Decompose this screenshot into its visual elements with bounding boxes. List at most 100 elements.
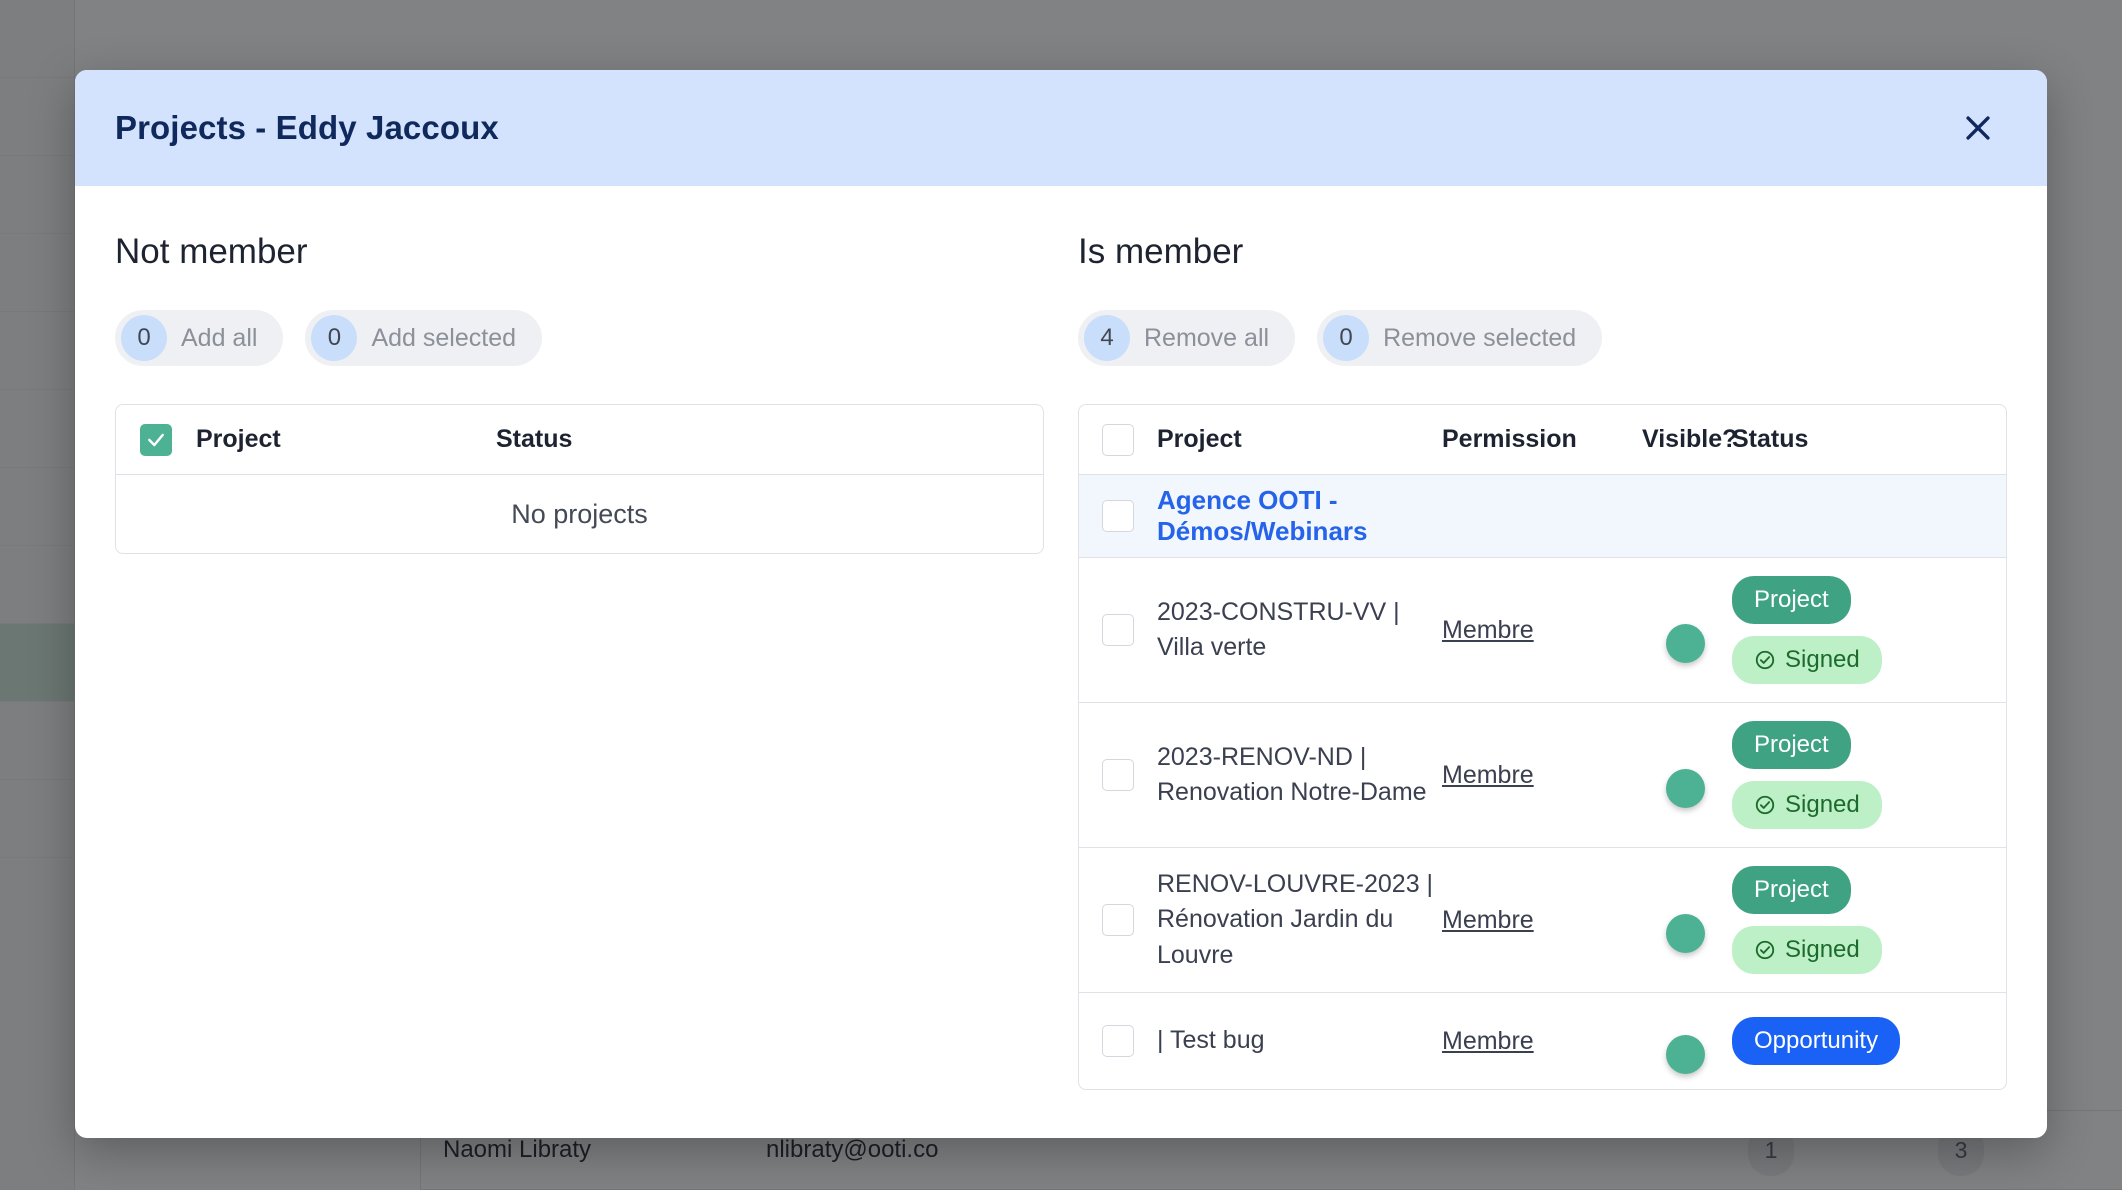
status-badge-project: Project: [1732, 866, 1851, 914]
status-cell: Project Signed: [1732, 866, 2006, 974]
check-circle-icon: [1754, 794, 1776, 816]
permission-cell: Membre: [1442, 616, 1642, 645]
status-cell: Opportunity: [1732, 1017, 2006, 1065]
not-member-table: Project Status No projects: [115, 404, 1044, 554]
column-header-visible: Visible?: [1642, 425, 1738, 453]
remove-all-button[interactable]: 4 Remove all: [1078, 310, 1296, 366]
status-badge-label: Opportunity: [1754, 1027, 1879, 1054]
permission-link[interactable]: Membre: [1442, 761, 1534, 789]
is-member-table: Project Permission Visible? Status Agenc…: [1078, 404, 2007, 1090]
remove-selected-label: Remove selected: [1383, 323, 1577, 352]
project-cell: RENOV-LOUVRE-2023 | Rénovation Jardin du…: [1157, 867, 1442, 974]
status-badge-label: Project: [1754, 586, 1829, 613]
status-badge-project: Project: [1732, 721, 1851, 769]
remove-selected-button[interactable]: 0 Remove selected: [1317, 310, 1603, 366]
add-selected-count: 0: [311, 315, 358, 361]
add-all-label: Add all: [181, 323, 258, 352]
table-row[interactable]: RENOV-LOUVRE-2023 | Rénovation Jardin du…: [1079, 848, 2006, 993]
project-name: 2023-CONSTRU-VV | Villa verte: [1157, 597, 1400, 662]
add-selected-button[interactable]: 0 Add selected: [305, 310, 542, 366]
toggle-knob: [1666, 1035, 1705, 1074]
remove-all-label: Remove all: [1144, 323, 1270, 352]
status-cell: Project Signed: [1732, 721, 2006, 829]
select-all-checkbox-cell: [116, 423, 196, 456]
modal-header: Projects - Eddy Jaccoux: [75, 70, 2047, 186]
status-badges: Project Signed: [1732, 866, 2006, 974]
is-member-heading: Is member: [1078, 232, 1244, 271]
status-badge-label: Project: [1754, 731, 1829, 758]
is-member-rows: Agence OOTI - Démos/Webinars 2023-CONSTRU…: [1079, 475, 2006, 1089]
permission-link[interactable]: Membre: [1442, 906, 1534, 934]
status-badge-label: Project: [1754, 876, 1829, 903]
modal-body: Not member 0 Add all 0 Add selected Proj…: [75, 186, 2047, 1138]
status-badge-label: Signed: [1785, 791, 1860, 818]
permission-cell: Membre: [1442, 1027, 1642, 1056]
remove-all-count: 4: [1084, 315, 1130, 361]
select-all-checkbox[interactable]: [140, 423, 172, 456]
status-badge-label: Signed: [1785, 936, 1860, 963]
status-badge-signed: Signed: [1732, 926, 1882, 974]
column-header-status: Status: [496, 425, 573, 453]
permission-link[interactable]: Membre: [1442, 1027, 1534, 1055]
status-cell: Project Signed: [1732, 576, 2006, 684]
table-header-row: Project Status: [116, 405, 1043, 475]
permission-link[interactable]: Membre: [1442, 616, 1534, 644]
permission-cell: Membre: [1442, 761, 1642, 790]
modal-title: Projects - Eddy Jaccoux: [115, 109, 499, 146]
not-member-heading: Not member: [115, 232, 308, 271]
select-all-checkbox[interactable]: [1102, 423, 1134, 456]
project-cell: | Test bug: [1157, 1023, 1442, 1059]
remove-selected-count: 0: [1323, 315, 1370, 361]
empty-state-message: No projects: [511, 498, 648, 529]
column-header-project: Project: [196, 425, 281, 453]
row-checkbox[interactable]: [1102, 614, 1134, 646]
check-circle-icon: [1754, 649, 1776, 671]
table-row[interactable]: 2023-RENOV-ND | Renovation Notre-Dame Mem…: [1079, 703, 2006, 848]
status-badge-opportunity: Opportunity: [1732, 1017, 1901, 1065]
toggle-knob: [1666, 624, 1705, 663]
row-checkbox[interactable]: [1102, 500, 1134, 532]
toggle-knob: [1666, 769, 1705, 808]
is-member-actions: 4 Remove all 0 Remove selected: [1078, 310, 2007, 366]
row-checkbox[interactable]: [1102, 1025, 1134, 1057]
add-selected-label: Add selected: [371, 323, 516, 352]
row-checkbox[interactable]: [1102, 904, 1134, 936]
column-header-status: Status: [1732, 425, 1809, 453]
not-member-actions: 0 Add all 0 Add selected: [115, 310, 1044, 366]
status-badge-label: Signed: [1785, 646, 1860, 673]
projects-modal: Projects - Eddy Jaccoux Not member 0 Add…: [75, 70, 2047, 1138]
project-group-link[interactable]: Agence OOTI - Démos/Webinars: [1157, 485, 1367, 546]
status-badge-project: Project: [1732, 576, 1851, 624]
permission-cell: Membre: [1442, 906, 1642, 935]
status-badge-signed: Signed: [1732, 781, 1882, 829]
toggle-knob: [1666, 914, 1705, 953]
project-cell: 2023-RENOV-ND | Renovation Notre-Dame: [1157, 740, 1442, 811]
row-checkbox[interactable]: [1102, 759, 1134, 791]
row-checkbox-cell: [1079, 759, 1157, 791]
table-group-row[interactable]: Agence OOTI - Démos/Webinars: [1079, 475, 2006, 558]
project-name: RENOV-LOUVRE-2023 | Rénovation Jardin du…: [1157, 869, 1434, 969]
status-badges: Project Signed: [1732, 721, 2006, 829]
row-checkbox-cell: [1079, 500, 1157, 532]
table-row[interactable]: 2023-CONSTRU-VV | Villa verte Membre Proje…: [1079, 558, 2006, 703]
add-all-button[interactable]: 0 Add all: [115, 310, 284, 366]
row-checkbox-cell: [1079, 614, 1157, 646]
status-badges: Project Signed: [1732, 576, 2006, 684]
table-row[interactable]: | Test bug Membre Opportunity: [1079, 993, 2006, 1089]
table-header-row: Project Permission Visible? Status: [1079, 405, 2006, 475]
status-badge-signed: Signed: [1732, 636, 1882, 684]
column-header-permission: Permission: [1442, 425, 1577, 453]
project-cell: 2023-CONSTRU-VV | Villa verte: [1157, 595, 1442, 666]
row-checkbox-cell: [1079, 904, 1157, 936]
is-member-panel: Is member 4 Remove all 0 Remove selected…: [1078, 232, 2007, 1090]
project-cell: Agence OOTI - Démos/Webinars: [1157, 485, 1442, 547]
select-all-checkbox-cell: [1079, 423, 1157, 456]
add-all-count: 0: [121, 315, 167, 361]
not-member-panel: Not member 0 Add all 0 Add selected Proj…: [115, 232, 1044, 1090]
close-icon[interactable]: [1953, 103, 2003, 153]
row-checkbox-cell: [1079, 1025, 1157, 1057]
project-name: 2023-RENOV-ND | Renovation Notre-Dame: [1157, 742, 1427, 807]
check-circle-icon: [1754, 939, 1776, 961]
status-badges: Opportunity: [1732, 1017, 2006, 1065]
column-header-project: Project: [1157, 425, 1242, 453]
